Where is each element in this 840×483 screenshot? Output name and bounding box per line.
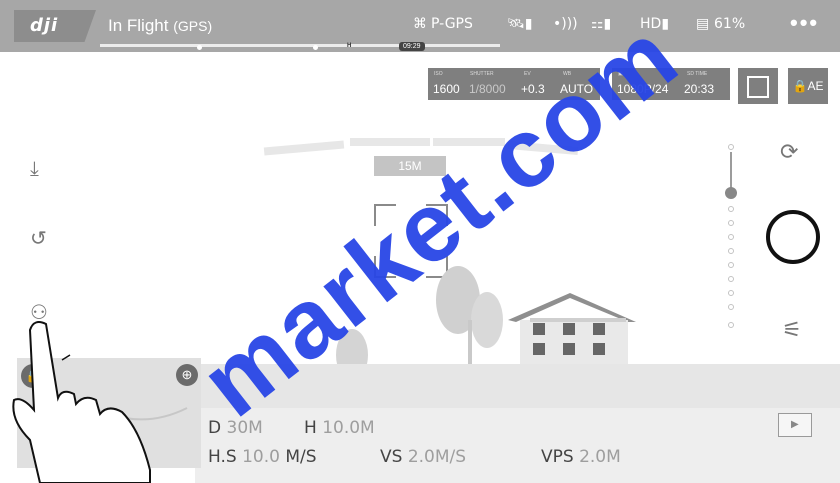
app-screen: dji In Flight (GPS) ⌘ P-GPS 🛰▮ •))) ⚏▮ H… — [0, 0, 840, 483]
